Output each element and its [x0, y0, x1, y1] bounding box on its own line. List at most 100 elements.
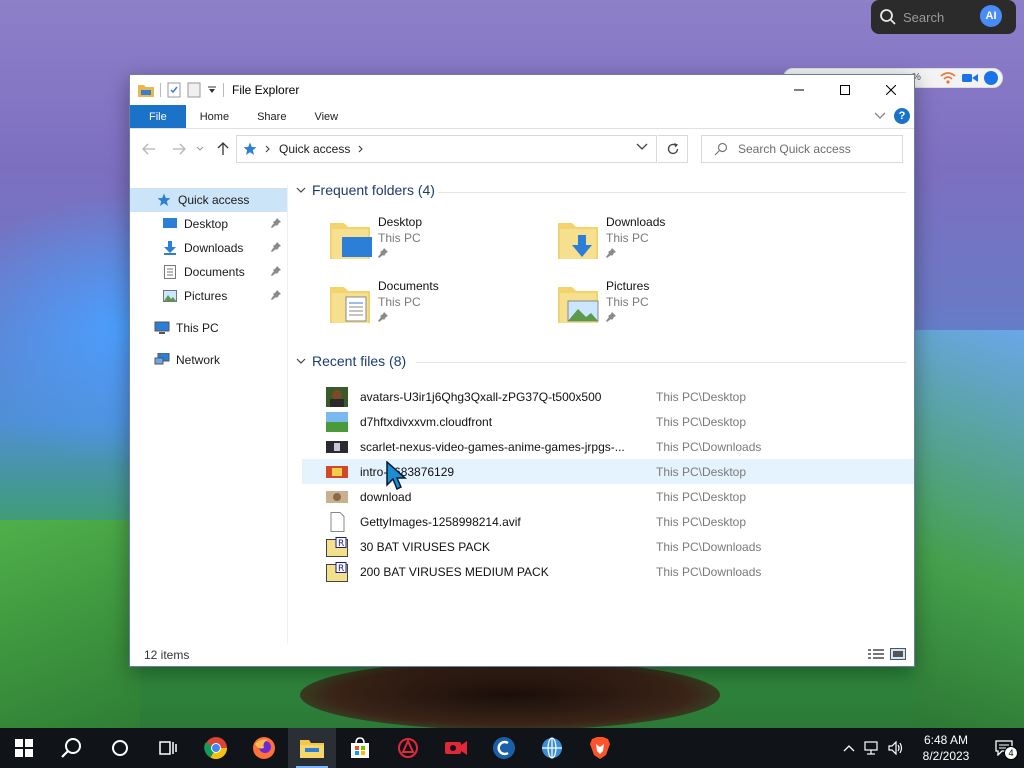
- desktop-folder-icon: [328, 215, 372, 263]
- details-view-icon[interactable]: [868, 648, 884, 660]
- back-arrow-icon: [142, 143, 155, 155]
- taskbar-app-ccleaner[interactable]: [480, 728, 528, 768]
- address-bar[interactable]: Quick access: [236, 135, 657, 163]
- notification-count-badge: 4: [1004, 746, 1018, 760]
- taskbar-app-globe[interactable]: [528, 728, 576, 768]
- search-input[interactable]: Search Quick access: [701, 135, 903, 163]
- navigation-pane: Quick access Desktop Downloads Documents…: [130, 185, 288, 644]
- desktop-wallpaper-shadow: [300, 660, 720, 730]
- chevron-up-icon: [843, 745, 855, 752]
- recent-file-row[interactable]: avatars-U3ir1j6Qhg3Qxall-zPG37Q-t500x500…: [302, 384, 914, 409]
- recent-file-row[interactable]: R 200 BAT VIRUSES MEDIUM PACK This PC\Do…: [302, 559, 914, 584]
- back-button[interactable]: [138, 138, 160, 160]
- breadcrumb[interactable]: Quick access: [279, 142, 350, 156]
- taskbar-app-firefox[interactable]: [240, 728, 288, 768]
- file-location: This PC\Desktop: [656, 389, 747, 404]
- pin-icon[interactable]: [271, 290, 281, 300]
- wifi-icon: [940, 72, 956, 84]
- app-red-icon: [398, 738, 418, 758]
- computer-icon: [154, 320, 170, 336]
- taskbar-app-brave[interactable]: [576, 728, 624, 768]
- network-icon: [154, 352, 170, 368]
- expand-ribbon-icon[interactable]: [874, 112, 886, 120]
- pictures-icon: [162, 288, 178, 304]
- tab-share[interactable]: Share: [243, 105, 300, 128]
- mouse-cursor-icon: [386, 461, 407, 491]
- maximize-button[interactable]: [822, 75, 868, 105]
- floating-search-bar[interactable]: Search AI: [871, 0, 1016, 34]
- file-name: 200 BAT VIRUSES MEDIUM PACK: [360, 564, 549, 579]
- pin-icon[interactable]: [271, 266, 281, 276]
- recent-file-row[interactable]: R 30 BAT VIRUSES PACK This PC\Downloads: [302, 534, 914, 559]
- forward-button[interactable]: [168, 138, 190, 160]
- window-title: File Explorer: [232, 83, 300, 97]
- clock-time: 6:48 AM: [923, 733, 969, 747]
- breadcrumb-separator-icon[interactable]: [358, 145, 364, 153]
- tab-home[interactable]: Home: [186, 105, 243, 128]
- tab-file[interactable]: File: [130, 105, 186, 128]
- taskbar-app-store[interactable]: [336, 728, 384, 768]
- folder-name: Downloads: [606, 215, 666, 229]
- windows-start-icon: [15, 739, 33, 757]
- recent-file-row[interactable]: d7hftxdivxxvm.cloudfront This PC\Desktop: [302, 409, 914, 434]
- recent-file-row[interactable]: scarlet-nexus-video-games-anime-games-jr…: [302, 434, 914, 459]
- refresh-button[interactable]: [658, 135, 688, 163]
- frequent-folder-downloads[interactable]: Downloads This PC: [556, 215, 776, 271]
- sidebar-item-desktop[interactable]: Desktop: [130, 212, 287, 236]
- sidebar-item-quick-access[interactable]: Quick access: [130, 188, 287, 212]
- show-hidden-icons-button[interactable]: [838, 728, 860, 768]
- pin-icon[interactable]: [271, 218, 281, 228]
- section-divider: [416, 362, 906, 363]
- pin-icon[interactable]: [271, 242, 281, 252]
- title-bar: File Explorer: [130, 75, 914, 105]
- volume-tray-button[interactable]: [884, 728, 908, 768]
- taskbar-app-file-explorer[interactable]: [288, 728, 336, 768]
- sidebar-item-documents[interactable]: Documents: [130, 260, 287, 284]
- address-dropdown-icon[interactable]: [636, 143, 648, 151]
- recent-file-row[interactable]: GettyImages-1258998214.avif This PC\Desk…: [302, 509, 914, 534]
- properties-icon[interactable]: [167, 82, 181, 98]
- file-explorer-icon: [300, 740, 324, 758]
- sidebar-item-this-pc[interactable]: This PC: [130, 316, 287, 340]
- new-folder-icon[interactable]: [187, 82, 201, 98]
- frequent-folders-header[interactable]: Frequent folders (4): [296, 182, 435, 198]
- minimize-button[interactable]: [776, 75, 822, 105]
- file-location: This PC\Desktop: [656, 464, 747, 479]
- download-arrow-icon: [162, 240, 178, 256]
- frequent-folder-documents[interactable]: Documents This PC: [328, 279, 548, 335]
- taskbar-app-red[interactable]: [384, 728, 432, 768]
- close-button[interactable]: [868, 75, 914, 105]
- ai-assistant-icon[interactable]: AI: [980, 5, 1002, 27]
- frequent-folder-pictures[interactable]: Pictures This PC: [556, 279, 776, 335]
- taskbar-app-camera[interactable]: [432, 728, 480, 768]
- breadcrumb-separator-icon[interactable]: [265, 145, 271, 153]
- large-icons-view-icon[interactable]: [890, 648, 906, 660]
- video-camera-icon[interactable]: [962, 72, 978, 84]
- recent-locations-button[interactable]: [194, 138, 206, 160]
- clock[interactable]: 6:48 AM 8/2/2023: [908, 732, 984, 764]
- up-button[interactable]: [212, 138, 234, 160]
- tab-view[interactable]: View: [300, 105, 352, 128]
- file-location: This PC\Desktop: [656, 514, 747, 529]
- frequent-folder-desktop[interactable]: Desktop This PC: [328, 215, 548, 271]
- forward-arrow-icon[interactable]: [984, 71, 998, 85]
- sidebar-item-network[interactable]: Network: [130, 348, 287, 372]
- floating-search-placeholder: Search: [903, 9, 945, 25]
- section-title: Frequent folders (4): [312, 182, 435, 198]
- taskbar-search-button[interactable]: [48, 728, 96, 768]
- sidebar-item-pictures[interactable]: Pictures: [130, 284, 287, 308]
- network-tray-button[interactable]: [860, 728, 884, 768]
- minimize-icon: [794, 89, 804, 91]
- close-icon: [886, 85, 896, 95]
- taskbar-app-chrome[interactable]: [192, 728, 240, 768]
- sidebar-item-label: Network: [176, 353, 221, 367]
- status-bar: 12 items: [130, 644, 914, 666]
- task-view-button[interactable]: [144, 728, 192, 768]
- cortana-button[interactable]: [96, 728, 144, 768]
- start-button[interactable]: [0, 728, 48, 768]
- help-icon[interactable]: ?: [894, 108, 910, 124]
- action-center-button[interactable]: 4: [984, 728, 1024, 768]
- customize-quick-access-icon[interactable]: [207, 85, 217, 95]
- sidebar-item-downloads[interactable]: Downloads: [130, 236, 287, 260]
- recent-files-header[interactable]: Recent files (8): [296, 353, 406, 369]
